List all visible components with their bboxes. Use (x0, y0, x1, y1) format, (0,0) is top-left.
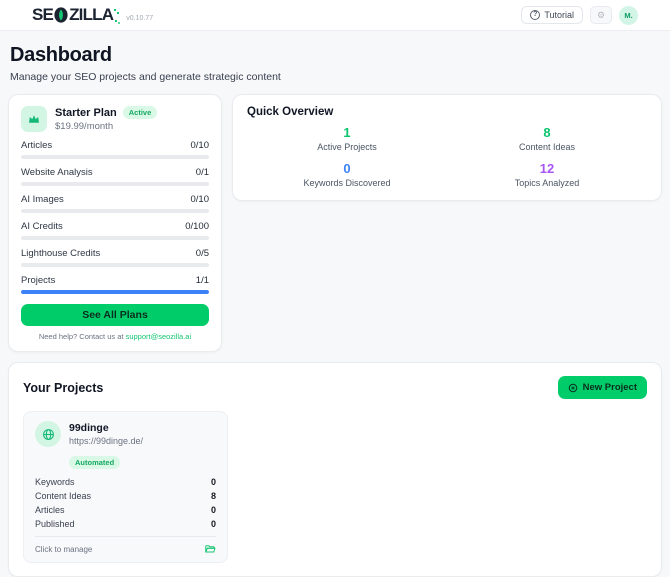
settings-button[interactable]: ⚙ (590, 6, 612, 24)
stat-row-value: 0 (210, 519, 216, 529)
stat-value: 8 (543, 125, 551, 140)
stat-topics-analyzed: 12 Topics Analyzed (447, 161, 647, 188)
stat-row-value: 8 (210, 491, 216, 501)
tutorial-button-label: Tutorial (544, 10, 574, 20)
project-badge-wrap: Automated (69, 452, 216, 470)
your-projects-card: Your Projects New Project 99dinge https:… (8, 362, 662, 577)
usage-progress-track (21, 209, 209, 213)
plan-card: Starter Plan Active $19.99/month Article… (8, 94, 222, 352)
usage-progress-fill (21, 290, 209, 294)
stat-keywords-discovered: 0 Keywords Discovered (247, 161, 447, 188)
top-cards-row: Starter Plan Active $19.99/month Article… (8, 94, 662, 352)
quick-overview-title: Quick Overview (247, 106, 334, 118)
usage-label: AI Credits (21, 221, 63, 232)
stat-label: Active Projects (317, 142, 377, 152)
project-card-footer: Click to manage (35, 543, 216, 555)
new-project-label: New Project (582, 382, 637, 393)
stat-label: Topics Analyzed (514, 178, 580, 188)
page-title: Dashboard (10, 44, 112, 66)
plan-header: Starter Plan Active $19.99/month (21, 106, 209, 132)
usage-row-ai-credits: AI Credits 0/100 (21, 221, 209, 240)
main-content: Dashboard Manage your SEO projects and g… (0, 31, 670, 577)
gear-icon: ⚙ (596, 9, 606, 20)
project-stat-content-ideas: Content Ideas 8 (35, 489, 216, 503)
plan-info: Starter Plan Active $19.99/month (55, 106, 158, 132)
stat-label: Content Ideas (518, 142, 576, 152)
stat-row-label: Published (35, 519, 75, 529)
stat-row-label: Articles (35, 505, 65, 515)
user-avatar[interactable]: M. (619, 5, 638, 25)
app-header: SE ZILLA v0.10.77 ? Tutorial ⚙ M. (0, 0, 670, 31)
click-to-manage-label: Click to manage (35, 544, 93, 554)
app-logo[interactable]: SE ZILLA v0.10.77 (32, 5, 153, 25)
usage-row-ai-images: AI Images 0/10 (21, 194, 209, 213)
plan-status-badge: Active (122, 106, 158, 119)
usage-row-website-analysis: Website Analysis 0/1 (21, 167, 209, 186)
project-card-divider (35, 536, 216, 537)
usage-progress-track (21, 236, 209, 240)
usage-label: Lighthouse Credits (21, 248, 101, 259)
stat-content-ideas: 8 Content Ideas (447, 125, 647, 152)
project-stats: Keywords 0 Content Ideas 8 Articles 0 Pu… (35, 475, 216, 531)
page-subtitle: Manage your SEO projects and generate st… (10, 71, 281, 83)
crown-icon (21, 106, 47, 132)
usage-progress-track (21, 290, 209, 294)
project-card-titles: 99dinge https://99dinge.de/ (69, 421, 143, 446)
project-url: https://99dinge.de/ (69, 436, 144, 446)
logo-leaf-o-icon (54, 7, 68, 23)
support-email-link[interactable]: support@seozilla.ai (126, 332, 192, 341)
usage-progress-track (21, 263, 209, 267)
stat-value: 12 (539, 161, 555, 176)
logo-pixels-decoration (114, 7, 121, 23)
project-stat-keywords: Keywords 0 (35, 475, 216, 489)
stat-row-value: 0 (210, 477, 216, 487)
project-name: 99dinge (69, 422, 109, 434)
stat-value: 0 (343, 161, 351, 176)
usage-value: 0/10 (190, 140, 210, 151)
projects-title: Your Projects (23, 380, 104, 395)
usage-label: Website Analysis (21, 167, 93, 178)
usage-label: AI Images (21, 194, 64, 205)
header-actions: ? Tutorial ⚙ M. (521, 5, 638, 25)
usage-progress-track (21, 182, 209, 186)
plan-name: Starter Plan (55, 106, 117, 119)
quick-overview-card: Quick Overview 1 Active Projects 8 Conte… (232, 94, 662, 201)
automated-badge: Automated (69, 456, 121, 469)
project-card-99dinge[interactable]: 99dinge https://99dinge.de/ Automated Ke… (23, 411, 228, 563)
usage-value: 0/5 (195, 248, 209, 259)
stat-active-projects: 1 Active Projects (247, 125, 447, 152)
usage-row-lighthouse-credits: Lighthouse Credits 0/5 (21, 248, 209, 267)
stat-label: Keywords Discovered (303, 178, 391, 188)
stats-grid: 1 Active Projects 8 Content Ideas 0 Keyw… (247, 125, 647, 188)
project-card-header: 99dinge https://99dinge.de/ (35, 421, 216, 447)
stat-row-value: 0 (210, 505, 216, 515)
usage-row-articles: Articles 0/10 (21, 140, 209, 159)
usage-value: 0/1 (195, 167, 209, 178)
new-project-button[interactable]: New Project (557, 376, 647, 399)
tutorial-button[interactable]: ? Tutorial (521, 6, 583, 24)
usage-value: 1/1 (195, 275, 209, 286)
projects-header: Your Projects New Project (23, 376, 647, 399)
stat-value: 1 (343, 125, 351, 140)
help-circle-icon: ? (530, 10, 541, 20)
open-folder-icon (205, 545, 216, 553)
support-text: Need help? Contact us at support@seozill… (38, 332, 192, 341)
see-all-plans-button[interactable]: See All Plans (21, 304, 209, 326)
usage-label: Projects (21, 275, 56, 286)
usage-label: Articles (21, 140, 53, 151)
logo-text-post: ZILLA (69, 5, 114, 24)
plan-price: $19.99/month (55, 121, 114, 132)
stat-row-label: Keywords (35, 477, 75, 487)
project-stat-articles: Articles 0 (35, 503, 216, 517)
usage-value: 0/10 (190, 194, 210, 205)
stat-row-label: Content Ideas (35, 491, 92, 501)
project-stat-published: Published 0 (35, 517, 216, 531)
app-version: v0.10.77 (126, 15, 154, 22)
logo-text-pre: SE (32, 5, 54, 24)
globe-icon (35, 421, 61, 447)
plus-circle-icon (568, 383, 577, 392)
usage-value: 0/100 (185, 221, 209, 232)
usage-progress-track (21, 155, 209, 159)
usage-row-projects: Projects 1/1 (21, 275, 209, 294)
